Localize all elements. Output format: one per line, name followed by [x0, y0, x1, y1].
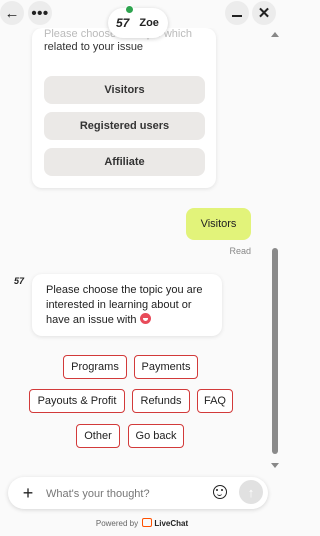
quick-reply-go-back[interactable]: Go back — [128, 424, 184, 448]
option-affiliate-button[interactable]: Affiliate — [44, 148, 205, 176]
agent-message-text-wrap: Please choose the topic you are interest… — [46, 283, 216, 328]
option-registered-users-button[interactable]: Registered users — [44, 112, 205, 140]
scroll-down-arrow-icon[interactable] — [271, 463, 279, 468]
quick-reply-faq[interactable]: FAQ — [197, 389, 233, 413]
powered-by-text: Powered by — [95, 519, 139, 528]
scroll-up-arrow-icon[interactable] — [271, 32, 279, 37]
send-arrow-icon: ↑ — [247, 484, 255, 500]
more-options-button[interactable]: ••• — [28, 1, 52, 25]
agent-info-pill[interactable]: 57 Zoe — [108, 5, 168, 38]
close-button[interactable]: ✕ — [252, 1, 276, 25]
agent-message-text: Please choose the topic you are interest… — [46, 284, 203, 326]
add-attachment-button[interactable]: + — [16, 481, 40, 505]
quick-reply-payouts-profit[interactable]: Payouts & Profit — [29, 389, 125, 413]
online-status-dot — [125, 5, 134, 14]
grinning-face-emoji — [139, 313, 151, 324]
topic-card-text-main: related to your issue — [44, 41, 144, 53]
quick-reply-other[interactable]: Other — [76, 424, 120, 448]
arrow-left-icon: ← — [4, 4, 20, 22]
message-composer: + ↑ — [8, 477, 268, 509]
quick-reply-programs[interactable]: Programs — [63, 355, 127, 379]
quick-reply-refunds[interactable]: Refunds — [132, 389, 190, 413]
agent-name: Zoe — [139, 17, 159, 29]
agent-logo: 57 — [116, 16, 130, 30]
livechat-logo-icon — [142, 518, 153, 527]
powered-by-footer: Powered by LiveChat — [0, 518, 284, 528]
minimize-icon — [232, 15, 242, 17]
topic-card: Please choose the topic which related to… — [32, 28, 216, 188]
back-button[interactable]: ← — [0, 1, 24, 25]
chat-scrollbar[interactable] — [271, 30, 279, 470]
agent-message-bubble: Please choose the topic you are interest… — [32, 274, 222, 336]
plus-icon: + — [22, 482, 34, 503]
send-button[interactable]: ↑ — [239, 480, 263, 504]
smiley-icon[interactable] — [213, 485, 227, 499]
read-receipt: Read — [229, 246, 251, 256]
quick-reply-payments[interactable]: Payments — [134, 355, 198, 379]
more-dots-icon: ••• — [31, 4, 49, 22]
agent-avatar-logo: 57 — [14, 276, 25, 286]
scroll-thumb[interactable] — [272, 248, 278, 454]
option-visitors-button[interactable]: Visitors — [44, 76, 205, 104]
user-message-bubble: Visitors — [186, 208, 251, 240]
message-input[interactable] — [44, 483, 208, 505]
chat-transcript[interactable]: Please choose the topic which related to… — [0, 28, 268, 476]
livechat-brand-link[interactable]: LiveChat — [154, 519, 188, 528]
minimize-button[interactable] — [225, 1, 249, 25]
close-icon: ✕ — [257, 5, 271, 22]
